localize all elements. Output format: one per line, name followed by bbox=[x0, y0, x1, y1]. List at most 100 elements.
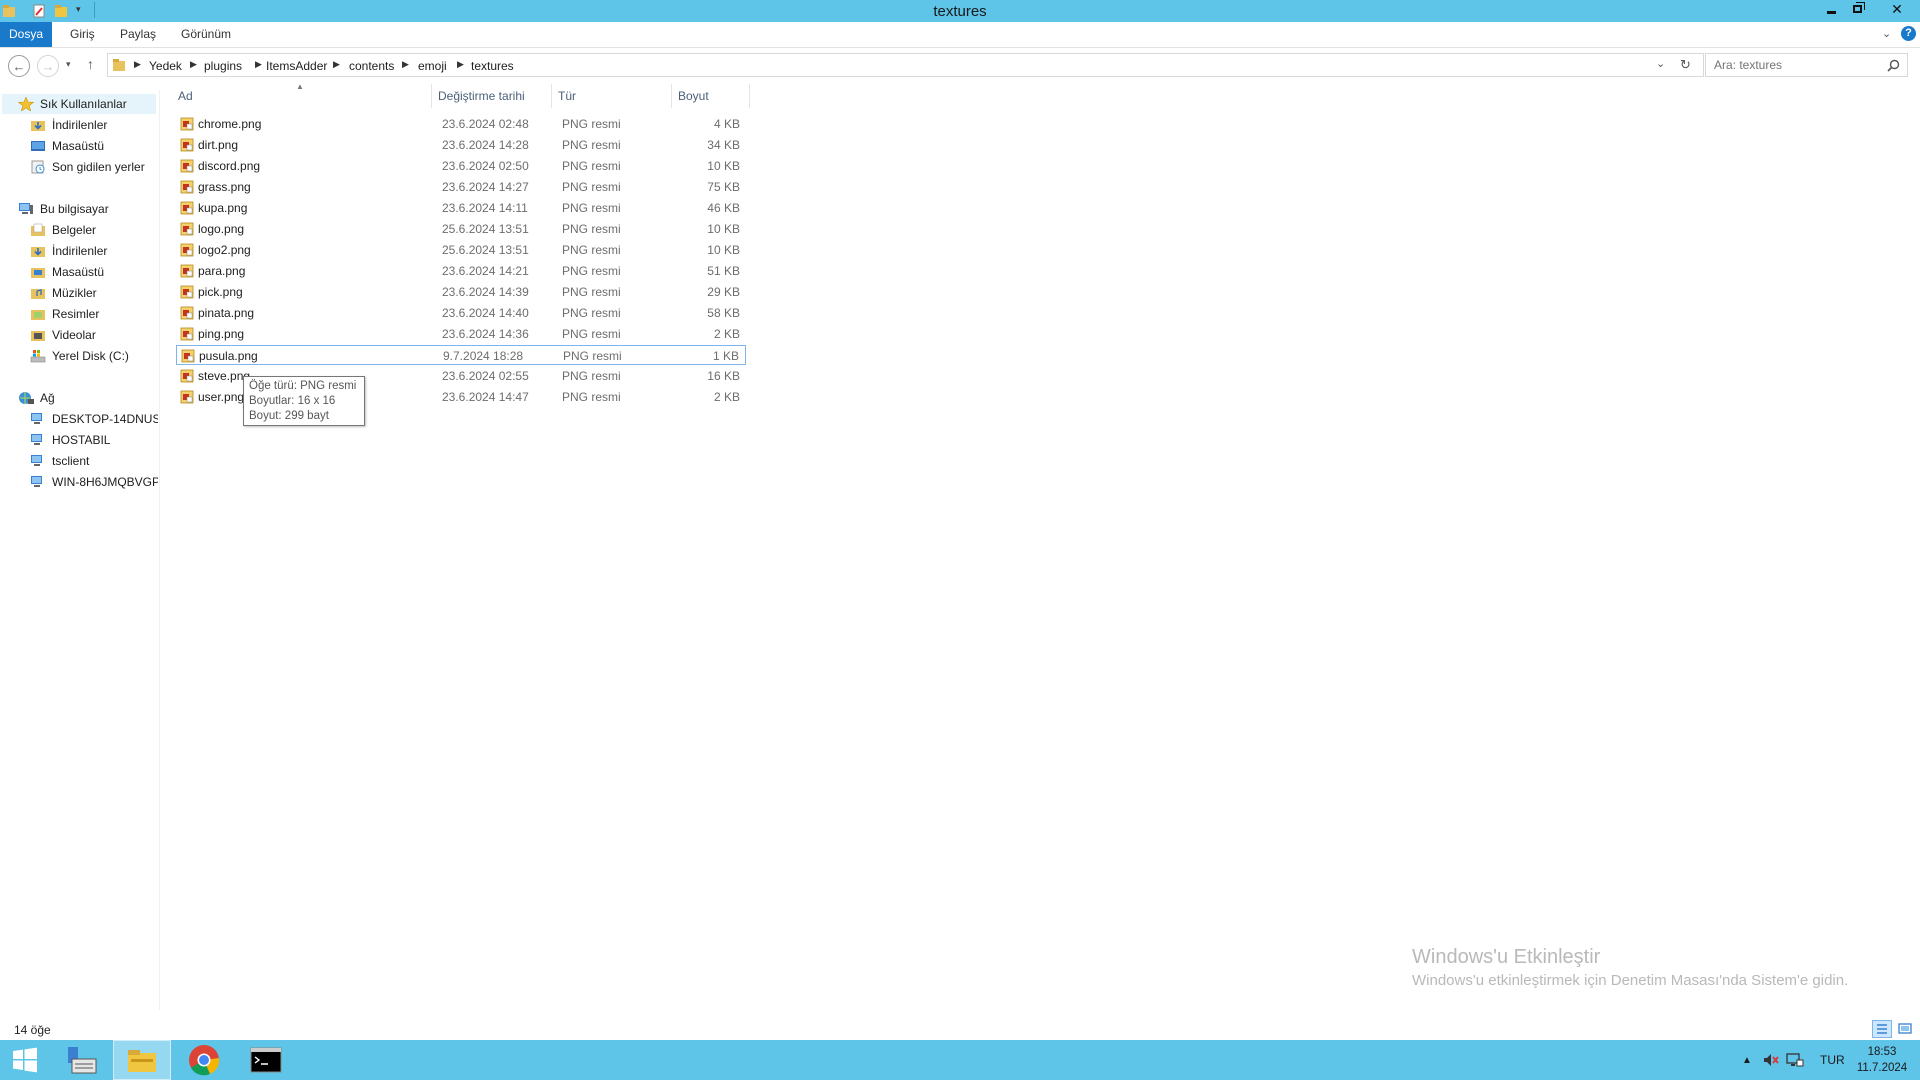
file-row[interactable]: grass.png 23.6.2024 14:27 PNG resmi 75 KB bbox=[176, 177, 746, 197]
png-file-icon bbox=[180, 369, 194, 383]
nav-network-pc-1[interactable]: DESKTOP-14DNUSP bbox=[30, 409, 158, 429]
file-type: PNG resmi bbox=[562, 327, 621, 341]
file-type: PNG resmi bbox=[562, 180, 621, 194]
details-view-button[interactable] bbox=[1872, 1020, 1892, 1038]
restore-button[interactable] bbox=[1844, 0, 1870, 18]
column-type[interactable]: Tür bbox=[552, 84, 672, 108]
chrome-icon bbox=[189, 1045, 220, 1076]
help-icon[interactable]: ? bbox=[1901, 26, 1916, 41]
network-status-button[interactable] bbox=[1786, 1040, 1804, 1080]
nav-favorites[interactable]: Sık Kullanılanlar bbox=[2, 94, 156, 114]
breadcrumb-separator-icon[interactable]: ▶ bbox=[190, 59, 197, 70]
nav-documents[interactable]: Belgeler bbox=[30, 220, 158, 240]
nav-label: tsclient bbox=[52, 454, 90, 468]
file-row[interactable]: logo2.png 25.6.2024 13:51 PNG resmi 10 KB bbox=[176, 240, 746, 260]
nav-music[interactable]: Müzikler bbox=[30, 283, 158, 303]
file-row[interactable]: ping.png 23.6.2024 14:36 PNG resmi 2 KB bbox=[176, 324, 746, 344]
desktop-icon bbox=[31, 141, 45, 151]
search-icon[interactable] bbox=[1887, 59, 1900, 72]
breadcrumb-separator-icon[interactable]: ▶ bbox=[134, 59, 141, 70]
network-computer-icon bbox=[31, 413, 42, 424]
file-row[interactable]: para.png 23.6.2024 14:21 PNG resmi 51 KB bbox=[176, 261, 746, 281]
close-button[interactable]: ✕ bbox=[1880, 0, 1914, 18]
breadcrumb-separator-icon[interactable]: ▶ bbox=[402, 59, 409, 70]
address-dropdown-icon[interactable]: ⌄ bbox=[1656, 57, 1665, 70]
nav-downloads[interactable]: İndirilenler bbox=[30, 115, 158, 135]
up-button[interactable]: ↑ bbox=[87, 56, 94, 72]
png-file-icon bbox=[180, 201, 194, 215]
nav-desktop-pc[interactable]: Masaüstü bbox=[30, 262, 158, 282]
star-icon bbox=[18, 97, 34, 111]
input-language-indicator[interactable]: TUR bbox=[1820, 1040, 1845, 1080]
file-row[interactable]: pusula.png 9.7.2024 18:28 PNG resmi 1 KB bbox=[176, 345, 746, 365]
file-row[interactable]: pinata.png 23.6.2024 14:40 PNG resmi 58 KB bbox=[176, 303, 746, 323]
volume-muted-button[interactable] bbox=[1762, 1040, 1780, 1080]
tab-view[interactable]: Görünüm bbox=[169, 22, 243, 47]
file-date-modified: 23.6.2024 14:11 bbox=[442, 201, 528, 215]
show-hidden-icons-button[interactable]: ▲ bbox=[1742, 1040, 1752, 1080]
breadcrumb-itemsadder[interactable]: ItemsAdder bbox=[266, 59, 327, 73]
file-size: 4 KB bbox=[713, 117, 740, 131]
search-input[interactable] bbox=[1706, 54, 1876, 76]
nav-local-disk[interactable]: Yerel Disk (C:) bbox=[30, 346, 158, 366]
minimize-button[interactable] bbox=[1818, 0, 1844, 18]
taskbar-server-manager[interactable] bbox=[52, 1040, 110, 1080]
breadcrumb-separator-icon[interactable]: ▶ bbox=[333, 59, 340, 70]
tab-file[interactable]: Dosya bbox=[0, 22, 52, 47]
column-name[interactable]: Ad bbox=[172, 84, 432, 108]
column-date-modified[interactable]: Değiştirme tarihi bbox=[432, 84, 552, 108]
file-row[interactable]: logo.png 25.6.2024 13:51 PNG resmi 10 KB bbox=[176, 219, 746, 239]
restore-icon bbox=[1852, 5, 1862, 13]
file-name: kupa.png bbox=[198, 201, 248, 215]
file-type: PNG resmi bbox=[562, 369, 621, 383]
file-date-modified: 23.6.2024 14:47 bbox=[442, 390, 529, 404]
system-clock[interactable]: 18:53 11.7.2024 bbox=[1850, 1044, 1914, 1076]
breadcrumb-separator-icon[interactable]: ▶ bbox=[255, 59, 262, 70]
file-type: PNG resmi bbox=[562, 390, 621, 404]
nav-network-pc-4[interactable]: WIN-8H6JMQBVGP2 bbox=[30, 472, 158, 492]
back-button[interactable]: ← bbox=[8, 55, 30, 77]
taskbar-chrome[interactable] bbox=[175, 1040, 233, 1080]
breadcrumb-textures[interactable]: textures bbox=[471, 59, 514, 73]
file-explorer-icon bbox=[128, 1050, 156, 1072]
column-size[interactable]: Boyut bbox=[672, 84, 750, 108]
nav-videos[interactable]: Videolar bbox=[30, 325, 158, 345]
breadcrumb-emoji[interactable]: emoji bbox=[418, 59, 447, 73]
tab-share[interactable]: Paylaş bbox=[108, 22, 168, 47]
recent-locations-dropdown-icon[interactable]: ▾ bbox=[66, 59, 71, 70]
png-file-icon bbox=[180, 138, 194, 152]
large-icons-view-button[interactable] bbox=[1896, 1020, 1916, 1038]
nav-network-pc-2[interactable]: HOSTABIL bbox=[30, 430, 158, 450]
start-button[interactable] bbox=[0, 1040, 50, 1080]
column-header: ▲ Ad Değiştirme tarihi Tür Boyut bbox=[172, 82, 750, 108]
tab-home[interactable]: Giriş bbox=[58, 22, 107, 47]
breadcrumb-contents[interactable]: contents bbox=[349, 59, 394, 73]
nav-this-pc[interactable]: Bu bilgisayar bbox=[18, 199, 158, 219]
nav-label: Belgeler bbox=[52, 223, 97, 237]
file-row[interactable]: pick.png 23.6.2024 14:39 PNG resmi 29 KB bbox=[176, 282, 746, 302]
nav-pictures[interactable]: Resimler bbox=[30, 304, 158, 324]
taskbar-command-prompt[interactable] bbox=[237, 1040, 295, 1080]
file-row[interactable]: dirt.png 23.6.2024 14:28 PNG resmi 34 KB bbox=[176, 135, 746, 155]
file-row[interactable]: kupa.png 23.6.2024 14:11 PNG resmi 46 KB bbox=[176, 198, 746, 218]
file-date-modified: 9.7.2024 18:28 bbox=[443, 349, 524, 363]
png-file-icon bbox=[180, 285, 194, 299]
file-row[interactable]: discord.png 23.6.2024 02:50 PNG resmi 10 KB bbox=[176, 156, 746, 176]
nav-recent-places[interactable]: Son gidilen yerler bbox=[30, 157, 158, 177]
search-box[interactable] bbox=[1705, 53, 1908, 77]
breadcrumb-separator-icon[interactable]: ▶ bbox=[457, 59, 464, 70]
ribbon-expand-icon[interactable]: ⌄ bbox=[1882, 27, 1891, 40]
address-bar[interactable]: ▶ Yedek ▶ plugins ▶ ItemsAdder ▶ content… bbox=[107, 53, 1704, 77]
nav-network-pc-3[interactable]: tsclient bbox=[30, 451, 158, 471]
breadcrumb-yedek[interactable]: Yedek bbox=[149, 59, 182, 73]
file-row[interactable]: chrome.png 23.6.2024 02:48 PNG resmi 4 KB bbox=[176, 114, 746, 134]
breadcrumb-plugins[interactable]: plugins bbox=[204, 59, 242, 73]
file-date-modified: 23.6.2024 02:55 bbox=[442, 369, 529, 383]
nav-network[interactable]: Ağ bbox=[18, 388, 158, 408]
taskbar-file-explorer[interactable] bbox=[113, 1040, 171, 1080]
nav-desktop[interactable]: Masaüstü bbox=[30, 136, 158, 156]
forward-button[interactable]: → bbox=[37, 55, 59, 77]
file-name: dirt.png bbox=[198, 138, 239, 152]
refresh-icon[interactable]: ↻ bbox=[1680, 57, 1691, 73]
nav-downloads-pc[interactable]: İndirilenler bbox=[30, 241, 158, 261]
